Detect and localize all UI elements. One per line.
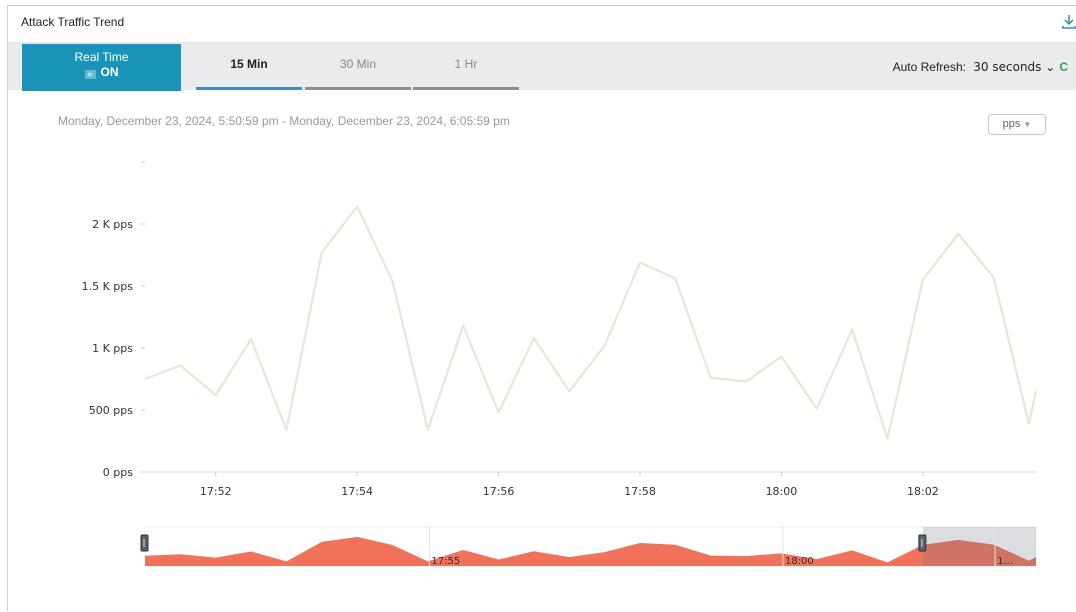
attack-traffic-panel: Attack Traffic Trend Real Time ≈ ON 15 Mi… [7,5,1076,611]
realtime-toggle-button[interactable]: Real Time ≈ ON [22,44,181,91]
chevron-down-icon: ⌄ [1045,60,1055,74]
download-icon[interactable] [1062,13,1076,31]
tab-15-min[interactable]: 15 Min [196,43,302,90]
realtime-state-label: ON [101,65,119,79]
realtime-label: Real Time [22,50,181,64]
realtime-state: ≈ ON [22,65,181,79]
y-tick-label: 500 pps [89,404,133,417]
y-tick-label: 1 K pps [92,342,133,355]
auto-refresh-select[interactable]: 30 seconds ⌄ [973,60,1055,74]
panel-header: Attack Traffic Trend [8,6,1076,43]
refresh-icon[interactable]: C [1059,60,1068,74]
x-tick-label: 18:00 [766,485,798,498]
x-tick-label: 17:52 [200,485,232,498]
navigator-tick-label: 1... [997,556,1013,567]
auto-refresh: Auto Refresh: 30 seconds ⌄ C [893,60,1068,74]
time-toolbar: Real Time ≈ ON 15 Min 30 Min 1 Hr Auto Re… [8,43,1076,90]
series-line [145,207,1036,439]
navigator-tick-label: 18:00 [785,556,814,567]
navigator-tick-label: 17:55 [431,556,460,567]
x-tick-label: 18:02 [907,485,939,498]
x-tick-label: 17:56 [483,485,515,498]
traffic-line-chart: 0 pps 500 pps 1 K pps 1.5 K pps 2 K pps 17:52… [8,102,1070,612]
tab-30-min[interactable]: 30 Min [305,43,411,90]
y-tick-label: 1.5 K pps [82,280,134,293]
auto-refresh-value: 30 seconds [973,60,1041,74]
y-tick-label: 0 pps [103,466,133,479]
wave-icon: ≈ [85,70,96,79]
y-tick-label: 2 K pps [92,218,133,231]
tab-1-hr[interactable]: 1 Hr [413,43,519,90]
navigator-selection [923,527,1036,566]
x-tick-label: 17:58 [624,485,656,498]
x-tick-label: 17:54 [341,485,373,498]
panel-title: Attack Traffic Trend [21,15,124,29]
auto-refresh-label: Auto Refresh: [893,60,966,74]
